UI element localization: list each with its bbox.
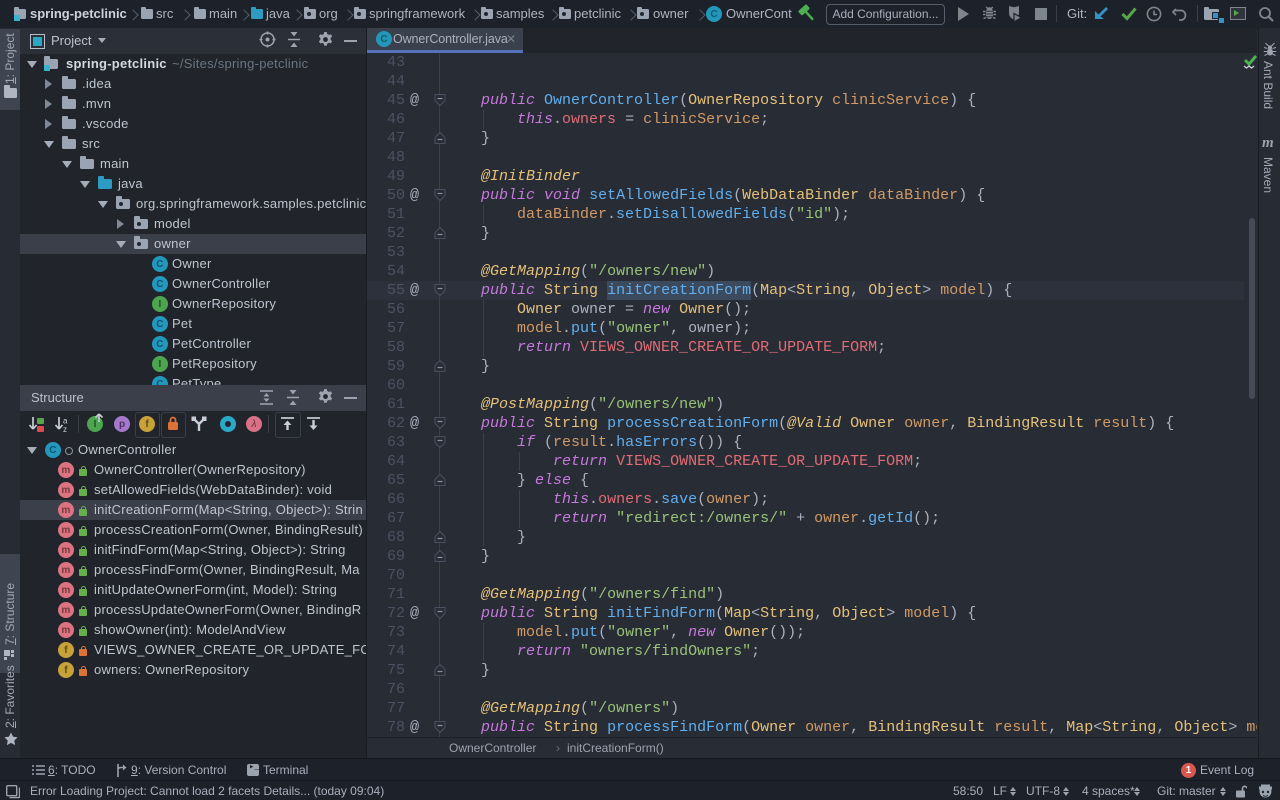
svg-text:z: z xyxy=(63,425,67,433)
